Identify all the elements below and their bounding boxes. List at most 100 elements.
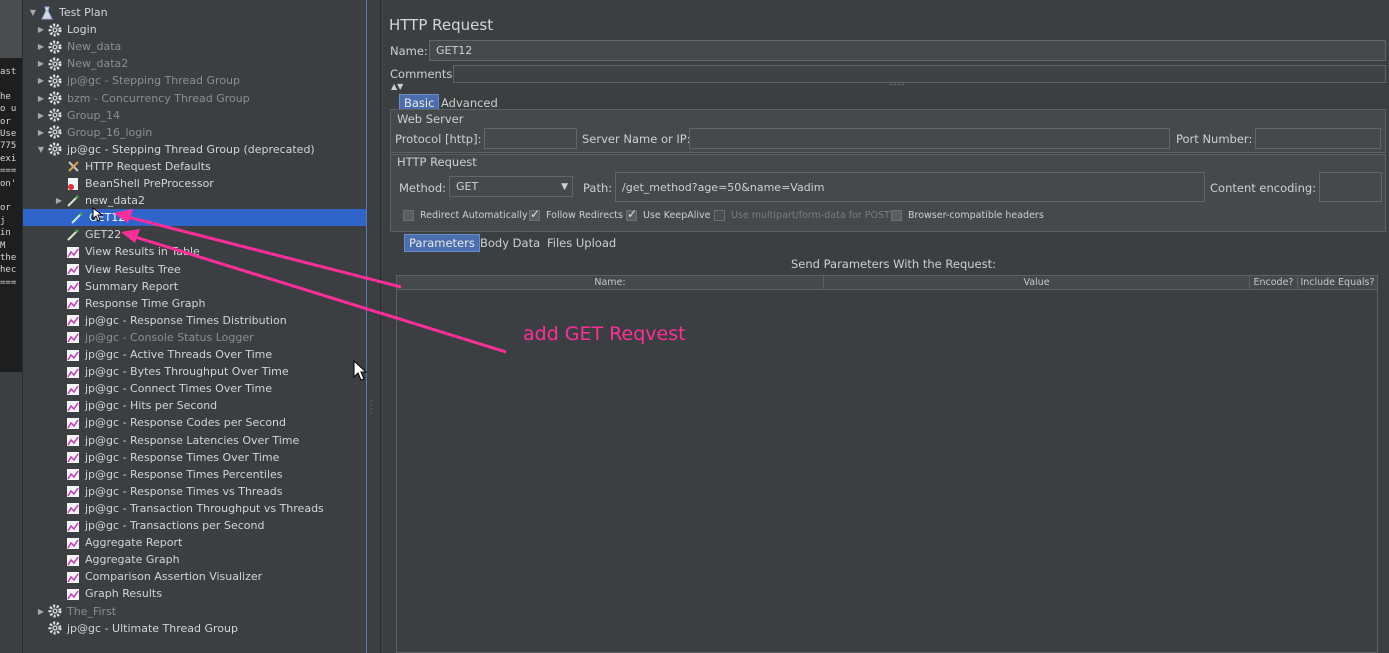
column-header-name[interactable]: Name:: [397, 276, 824, 289]
tree-item-label: jp@gc - Stepping Thread Group: [67, 74, 241, 88]
tree-item[interactable]: ▶ New_data2: [36, 55, 128, 72]
checkbox-box[interactable]: [403, 210, 414, 221]
protocol-input[interactable]: [484, 128, 577, 149]
chart-icon: [66, 536, 80, 550]
tree-item-label: BeanShell PreProcessor: [85, 177, 214, 190]
option-checkbox[interactable]: Browser-compatible headers: [891, 210, 1044, 221]
collapsed-toggle-icon[interactable]: ▶: [36, 42, 46, 51]
checkbox-label: Redirect Automatically: [420, 210, 528, 221]
option-checkbox[interactable]: Use multipart/form-data for POST: [714, 210, 890, 221]
tree-item[interactable]: jp@gc - Transactions per Second: [54, 517, 264, 534]
tab-parameters[interactable]: Parameters: [404, 234, 480, 252]
tree-item[interactable]: Comparison Assertion Visualizer: [54, 568, 262, 585]
tree-item[interactable]: ▶ jp@gc - Stepping Thread Group: [36, 72, 240, 89]
tree-item[interactable]: jp@gc - Bytes Throughput Over Time: [54, 363, 289, 380]
tree-item-label: View Results Tree: [85, 262, 181, 276]
pipette-icon: [66, 194, 80, 208]
collapsed-toggle-icon[interactable]: ▶: [36, 94, 46, 103]
tree-item[interactable]: GET22: [54, 226, 121, 243]
option-checkbox[interactable]: Follow Redirects: [529, 207, 623, 221]
tree-item[interactable]: ▶ bzm - Concurrency Thread Group: [36, 90, 250, 107]
tree-item-label: jp@gc - Transaction Throughput vs Thread…: [85, 501, 324, 515]
terminal-line: ===: [0, 277, 17, 288]
tree-item[interactable]: jp@gc - Response Times Percentiles: [54, 466, 283, 483]
expanded-toggle-icon[interactable]: ▼: [28, 8, 38, 17]
test-plan-tree[interactable]: ▼ Test Plan ▶ Login ▶ New_data ▶ New_data2 ▶ jp@g…: [22, 0, 367, 653]
tree-item[interactable]: View Results Tree: [54, 261, 181, 278]
column-header-value[interactable]: Value: [824, 276, 1250, 289]
tree-item[interactable]: ▼ jp@gc - Stepping Thread Group (deprecat…: [36, 141, 315, 158]
tree-item[interactable]: jp@gc - Console Status Logger: [54, 329, 254, 346]
chart-icon: [66, 245, 80, 259]
column-header-include-equals[interactable]: Include Equals?: [1298, 276, 1377, 289]
tree-item[interactable]: ▶ New_data: [36, 38, 121, 55]
comments-field[interactable]: [453, 65, 1386, 83]
method-select[interactable]: GET ▼: [449, 176, 573, 197]
tree-item[interactable]: jp@gc - Response Codes per Second: [54, 414, 286, 431]
name-label: Name:: [390, 44, 428, 58]
option-checkbox[interactable]: Use KeepAlive: [626, 207, 711, 221]
tree-item[interactable]: Graph Results: [54, 585, 162, 602]
tree-item[interactable]: jp@gc - Transaction Throughput vs Thread…: [54, 500, 324, 517]
tree-item[interactable]: GET12: [23, 209, 366, 227]
checkbox-box[interactable]: [714, 210, 725, 221]
tree-item[interactable]: jp@gc - Response Times Distribution: [54, 312, 287, 329]
collapsed-toggle-icon[interactable]: ▶: [36, 76, 46, 85]
tree-item-label: jp@gc - Stepping Thread Group (deprecate…: [67, 142, 315, 156]
content-encoding-label: Content encoding:: [1210, 181, 1317, 195]
collapse-arrows-icon[interactable]: ▲▼: [391, 82, 403, 91]
tab-body-data[interactable]: Body Data: [476, 235, 544, 251]
tree-item[interactable]: ▶ Group_14: [36, 107, 120, 124]
tree-item[interactable]: HTTP Request Defaults: [54, 158, 211, 175]
collapsed-toggle-icon[interactable]: ▶: [54, 196, 64, 205]
content-encoding-input[interactable]: [1319, 172, 1382, 202]
column-header-encode[interactable]: Encode?: [1250, 276, 1298, 289]
tree-item[interactable]: jp@gc - Response Times Over Time: [54, 449, 279, 466]
terminal-line: in: [0, 228, 11, 239]
tree-item[interactable]: jp@gc - Hits per Second: [54, 397, 217, 414]
gear-icon: [48, 621, 62, 635]
gear-icon: [48, 57, 62, 71]
tree-item[interactable]: ▼ Test Plan: [28, 4, 108, 21]
resize-grip-icon[interactable]: ⋯⋯: [889, 80, 905, 89]
checkbox-box[interactable]: [891, 210, 902, 221]
tree-item[interactable]: jp@gc - Ultimate Thread Group: [36, 620, 238, 637]
gear-icon: [48, 74, 62, 88]
server-input[interactable]: [689, 128, 1170, 149]
tree-item[interactable]: ▶ Login: [36, 21, 97, 38]
tree-item[interactable]: ▶ Group_16_login: [36, 124, 152, 141]
annotation-text: add GET Reqvest: [523, 323, 686, 345]
test-plan-icon: [40, 6, 54, 20]
tree-item[interactable]: ▶ The_First: [36, 603, 116, 620]
tree-item[interactable]: jp@gc - Active Threads Over Time: [54, 346, 272, 363]
tree-item-label: bzm - Concurrency Thread Group: [67, 91, 250, 105]
gear-icon: [48, 125, 62, 139]
collapsed-toggle-icon[interactable]: ▶: [36, 128, 46, 137]
port-input[interactable]: [1255, 128, 1381, 149]
tree-item-label: jp@gc - Response Times Distribution: [85, 313, 287, 327]
collapsed-toggle-icon[interactable]: ▶: [36, 607, 46, 616]
splitter-grip-icon[interactable]: · · · ·: [370, 398, 373, 418]
checkbox-box[interactable]: [529, 207, 540, 221]
tree-item[interactable]: jp@gc - Connect Times Over Time: [54, 380, 272, 397]
tab-files-upload[interactable]: Files Upload: [543, 235, 620, 251]
tree-item[interactable]: Response Time Graph: [54, 295, 205, 312]
tree-item[interactable]: Aggregate Graph: [54, 551, 180, 568]
checkbox-box[interactable]: [626, 207, 637, 221]
collapsed-toggle-icon[interactable]: ▶: [36, 111, 46, 120]
terminal-line: j: [0, 215, 6, 226]
tree-item[interactable]: jp@gc - Response Times vs Threads: [54, 483, 282, 500]
option-checkbox[interactable]: Redirect Automatically: [403, 210, 528, 221]
chart-icon: [66, 467, 80, 481]
path-input[interactable]: /get_method?age=50&name=Vadim: [615, 172, 1205, 202]
tree-item[interactable]: BeanShell PreProcessor: [54, 175, 214, 192]
tree-item[interactable]: jp@gc - Response Latencies Over Time: [54, 432, 299, 449]
panel-splitter[interactable]: · · · ·: [367, 0, 380, 653]
name-field[interactable]: GET12: [429, 40, 1386, 61]
tree-item[interactable]: View Results in Table: [54, 243, 200, 260]
collapsed-toggle-icon[interactable]: ▶: [36, 25, 46, 34]
expanded-toggle-icon[interactable]: ▼: [36, 145, 46, 154]
collapsed-toggle-icon[interactable]: ▶: [36, 59, 46, 68]
tree-item[interactable]: Summary Report: [54, 278, 178, 295]
tree-item[interactable]: Aggregate Report: [54, 534, 182, 551]
